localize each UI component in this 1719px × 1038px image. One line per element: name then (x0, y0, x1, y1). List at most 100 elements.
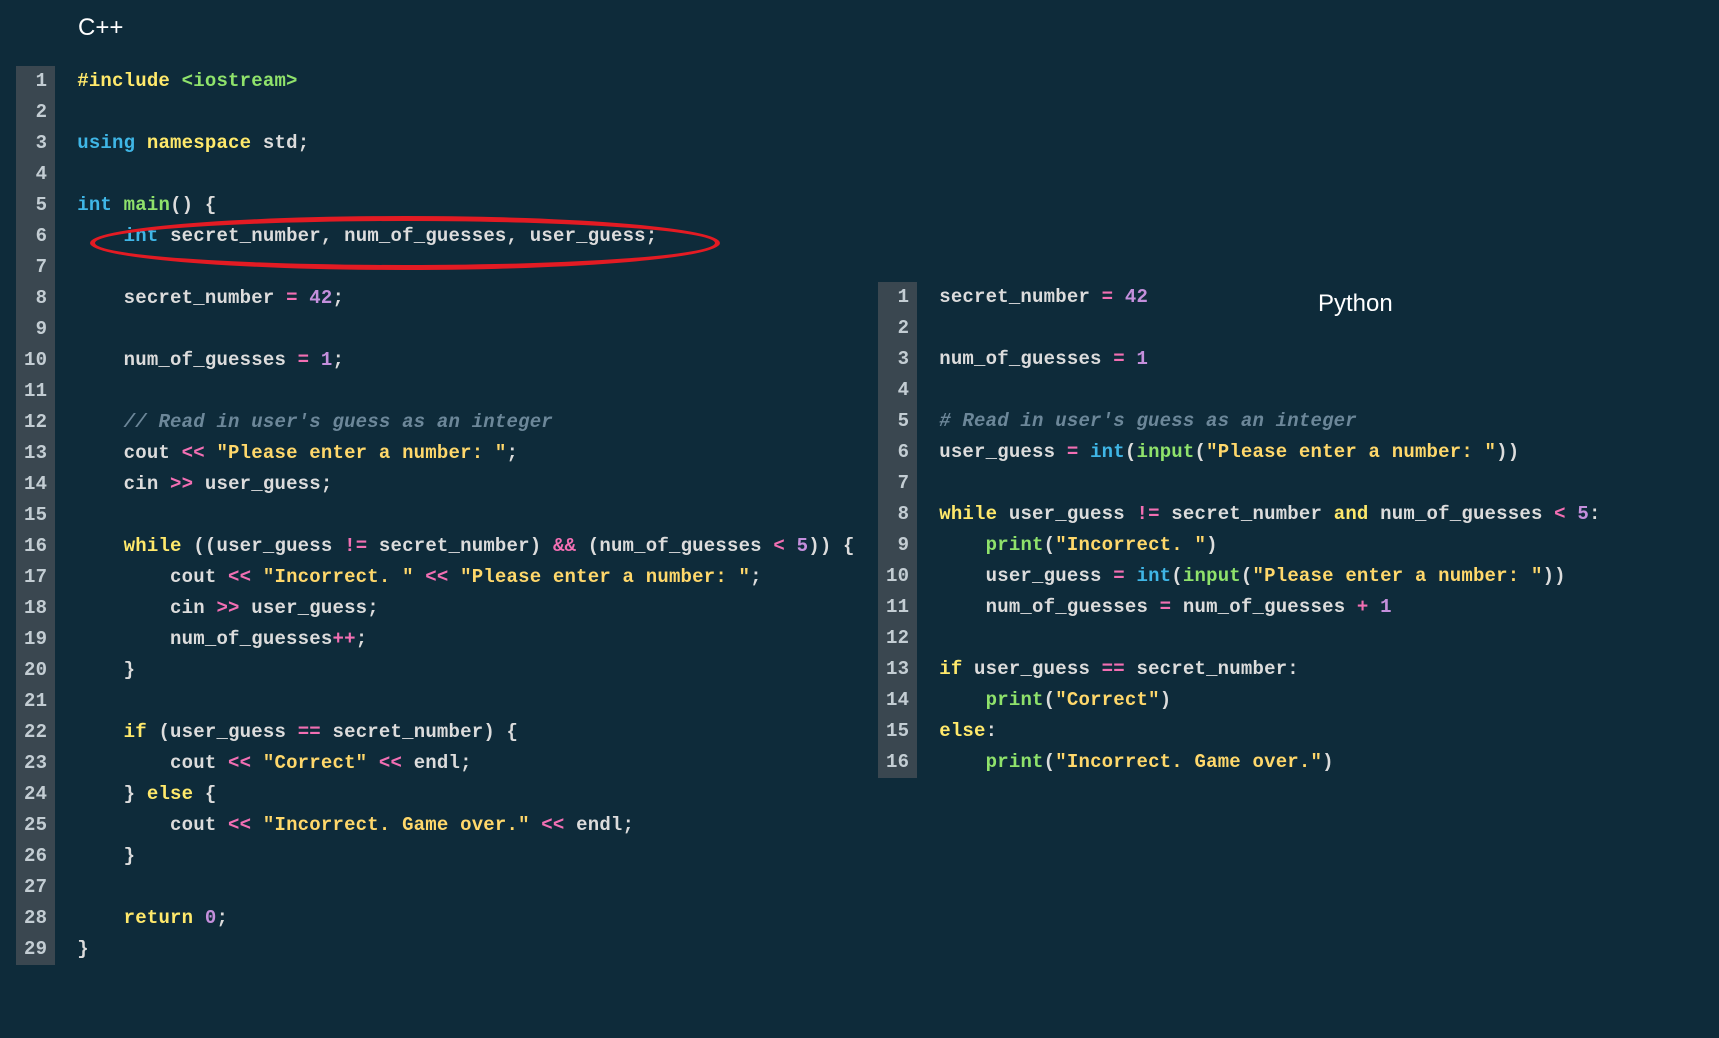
python-line-number: 3 (886, 344, 909, 375)
code-token: { (205, 783, 217, 805)
code-token: "Correct" (263, 752, 367, 774)
code-token: if (939, 658, 974, 680)
code-token: int (77, 194, 123, 216)
code-token: , (321, 225, 344, 247)
code-token: << (228, 814, 263, 836)
code-token: = (1113, 565, 1136, 587)
python-line-number: 8 (886, 499, 909, 530)
python-line-number: 16 (886, 747, 909, 778)
code-token: ; (460, 752, 472, 774)
code-token: (num_of_guesses (588, 535, 774, 557)
code-token: secret_number) { (333, 721, 519, 743)
code-token: user_guess (251, 597, 367, 619)
code-token: num_of_guesses (939, 348, 1113, 370)
code-token: : (986, 720, 998, 742)
cpp-code-line: cout << "Incorrect. " << "Please enter a… (77, 562, 854, 593)
python-line-number: 15 (886, 716, 909, 747)
code-token: user_guess (939, 441, 1067, 463)
code-token: && (553, 535, 588, 557)
python-code-line: print("Correct") (939, 685, 1600, 716)
cpp-code-line: num_of_guesses++; (77, 624, 854, 655)
cpp-code-line: cin >> user_guess; (77, 593, 854, 624)
cpp-code-line: cout << "Incorrect. Game over." << endl; (77, 810, 854, 841)
code-token: secret_number) (379, 535, 553, 557)
code-token: endl (576, 814, 622, 836)
python-line-number: 14 (886, 685, 909, 716)
code-token: input (1183, 565, 1241, 587)
code-token: 1 (1136, 348, 1148, 370)
code-token: )) (1496, 441, 1519, 463)
python-code-line (939, 375, 1600, 406)
code-token (77, 411, 123, 433)
code-token: and (1334, 503, 1380, 525)
code-token: num_of_guesses (77, 628, 332, 650)
cpp-line-number: 17 (24, 562, 47, 593)
code-token: << (182, 442, 217, 464)
code-token: != (344, 535, 379, 557)
cpp-code-line: return 0; (77, 903, 854, 934)
code-token: ) (1206, 534, 1218, 556)
code-token: = (1102, 286, 1125, 308)
code-token: ) (1322, 751, 1334, 773)
cpp-code-line: } (77, 934, 854, 965)
python-line-number: 10 (886, 561, 909, 592)
cpp-line-number: 5 (24, 190, 47, 221)
python-line-number: 6 (886, 437, 909, 468)
code-token: num_of_guesses (939, 596, 1159, 618)
cpp-line-number: 22 (24, 717, 47, 748)
code-token: user_guess (530, 225, 646, 247)
code-token: "Please enter a number: " (216, 442, 506, 464)
code-token: // Read in user's guess as an integer (124, 411, 553, 433)
cpp-code-line (77, 314, 854, 345)
cpp-code-line: cout << "Please enter a number: "; (77, 438, 854, 469)
cpp-line-number: 6 (24, 221, 47, 252)
python-code-line (939, 313, 1600, 344)
code-token: << (228, 566, 263, 588)
code-token (939, 534, 985, 556)
code-token (77, 225, 123, 247)
cpp-code-line: secret_number = 42; (77, 283, 854, 314)
cpp-line-number: 10 (24, 345, 47, 376)
code-token: #include (77, 70, 181, 92)
cpp-line-number: 1 (24, 66, 47, 97)
code-token: ; (356, 628, 368, 650)
code-token: ; (216, 907, 228, 929)
code-token: ( (1044, 689, 1056, 711)
code-token: user_guess (939, 565, 1113, 587)
code-token: std (263, 132, 298, 154)
code-token: cin (77, 597, 216, 619)
python-line-number: 4 (886, 375, 909, 406)
cpp-line-number: 4 (24, 159, 47, 190)
code-token: >> (170, 473, 205, 495)
code-token: ; (298, 132, 310, 154)
code-token: 42 (309, 287, 332, 309)
code-token: != (1136, 503, 1171, 525)
code-token: )) (1543, 565, 1566, 587)
python-code-line: secret_number = 42 (939, 282, 1600, 313)
code-token: ((user_guess (193, 535, 344, 557)
python-line-number: 7 (886, 468, 909, 499)
code-token: cout (77, 752, 228, 774)
code-token: "Incorrect. Game over." (1055, 751, 1322, 773)
code-token: ( (1171, 565, 1183, 587)
cpp-title: C++ (78, 14, 123, 42)
cpp-code-line: } (77, 655, 854, 686)
code-token: int (1136, 565, 1171, 587)
code-token: 1 (1380, 596, 1392, 618)
code-token: >> (216, 597, 251, 619)
code-token: ; (333, 287, 345, 309)
cpp-line-number: 29 (24, 934, 47, 965)
cpp-line-number: 9 (24, 314, 47, 345)
code-token: < (773, 535, 796, 557)
cpp-code-line (77, 686, 854, 717)
code-token: "Please enter a number: " (1206, 441, 1496, 463)
code-token: ; (507, 442, 519, 464)
cpp-code-line: cin >> user_guess; (77, 469, 854, 500)
code-token: == (298, 721, 333, 743)
code-token: if (124, 721, 159, 743)
cpp-line-number: 19 (24, 624, 47, 655)
code-token: secret_number (1171, 503, 1333, 525)
code-token (939, 751, 985, 773)
code-token: else (147, 783, 205, 805)
code-token: = (298, 349, 321, 371)
